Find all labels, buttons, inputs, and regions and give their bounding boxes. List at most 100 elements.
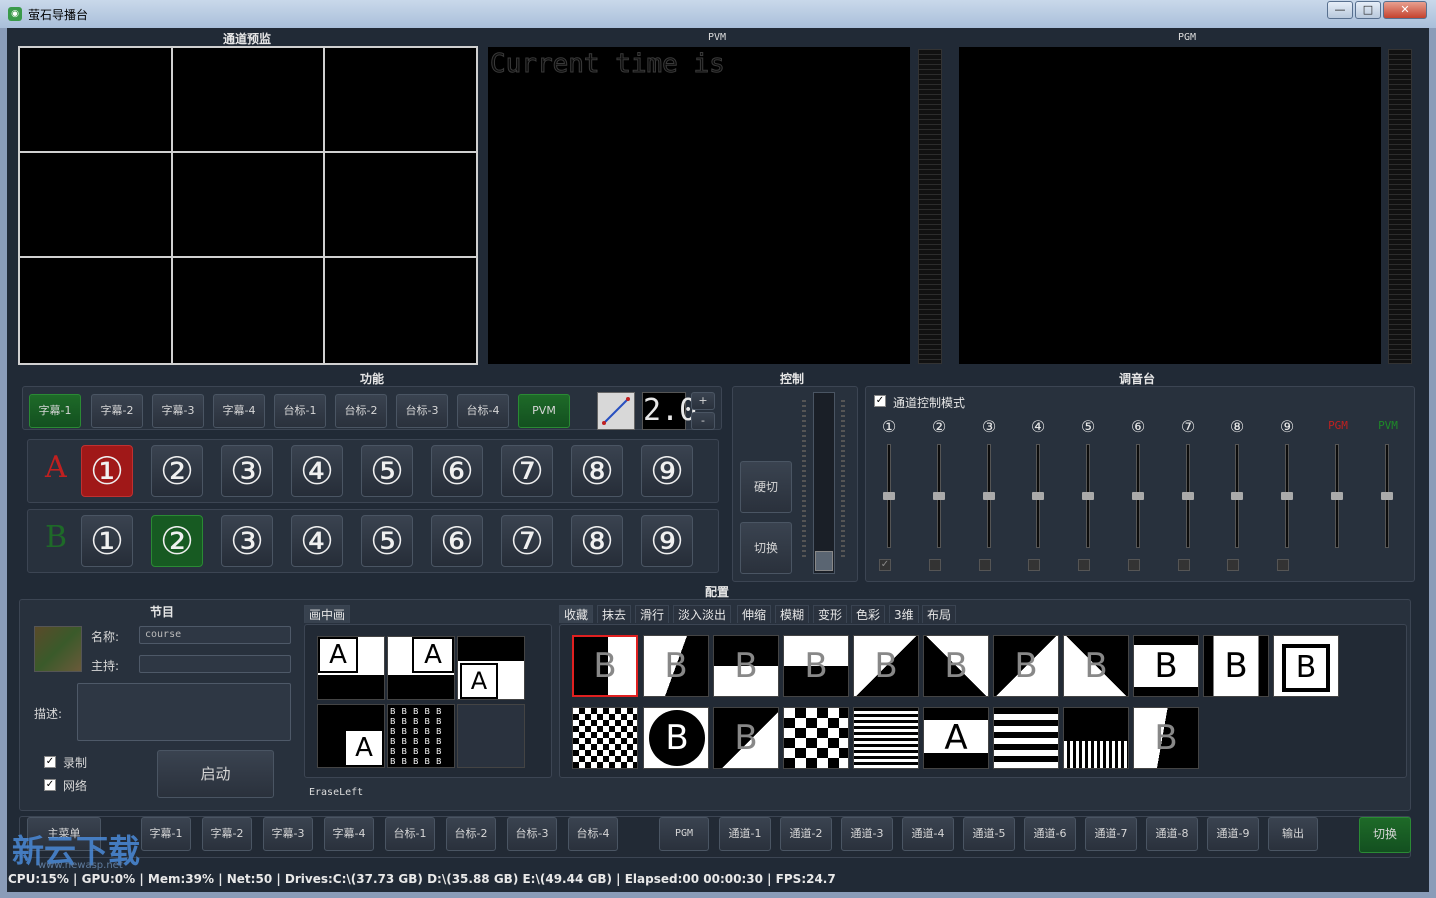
close-button[interactable]: ✕ [1383,1,1427,19]
mixer-fader-8[interactable] [1231,444,1243,548]
program-host-field[interactable] [139,655,291,673]
row-b-channel-6[interactable]: ⑥ [431,515,483,567]
row-a-channel-4[interactable]: ④ [291,445,343,497]
bottom-logo-1-button[interactable]: 台标-1 [385,817,435,851]
row-a-channel-6[interactable]: ⑥ [431,445,483,497]
bottom-logo-2-button[interactable]: 台标-2 [446,817,496,851]
transition-11[interactable]: B [1273,635,1339,697]
tab-3d[interactable]: 3维 [889,605,919,623]
transition-19[interactable] [1063,707,1129,769]
transition-20[interactable]: B [1133,707,1199,769]
mixer-mute-4-checkbox[interactable] [1028,559,1040,571]
t-bar-slider[interactable] [813,392,835,574]
bottom-channel-4-button[interactable]: 通道-4 [902,817,954,851]
func-subtitle-2-button[interactable]: 字幕-2 [91,394,143,428]
row-a-channel-7[interactable]: ⑦ [501,445,553,497]
bottom-switch-button[interactable]: 切换 [1359,817,1411,853]
row-a-channel-9[interactable]: ⑨ [641,445,693,497]
mixer-fader-6[interactable] [1132,444,1144,548]
mixer-mute-3-checkbox[interactable] [979,559,991,571]
pip-layout-4[interactable]: A [317,704,385,768]
row-b-channel-2[interactable]: ② [151,515,203,567]
tab-favorites[interactable]: 收藏 [559,605,594,623]
mixer-fader-4[interactable] [1032,444,1044,548]
t-bar-handle[interactable] [815,551,833,571]
transition-16[interactable] [853,707,919,769]
program-name-field[interactable]: course [139,626,291,644]
pip-layout-2[interactable]: A [387,636,455,700]
transition-13[interactable]: B [643,707,709,769]
tab-wipe[interactable]: 抹去 [597,605,632,623]
mixer-fader-9[interactable] [1281,444,1293,548]
pip-layout-6[interactable] [457,704,525,768]
row-b-channel-3[interactable]: ③ [221,515,273,567]
func-subtitle-1-button[interactable]: 字幕-1 [29,394,81,428]
row-b-channel-8[interactable]: ⑧ [571,515,623,567]
transition-12[interactable] [572,707,638,769]
pip-layout-5[interactable]: BBBBBBBBBBBBBBBBBBBBBBBBBBBBBBBBBBBB [387,704,455,768]
transition-14[interactable]: B [713,707,779,769]
bottom-channel-8-button[interactable]: 通道-8 [1146,817,1198,851]
bottom-logo-3-button[interactable]: 台标-3 [507,817,557,851]
func-logo-3-button[interactable]: 台标-3 [396,394,448,428]
channel-preview-grid[interactable] [19,47,477,364]
bottom-channel-7-button[interactable]: 通道-7 [1085,817,1137,851]
bottom-channel-9-button[interactable]: 通道-9 [1207,817,1259,851]
func-logo-1-button[interactable]: 台标-1 [274,394,326,428]
pip-layout-3[interactable]: A [457,636,525,700]
duration-plus-button[interactable]: + [691,392,715,410]
transition-3[interactable]: B [713,635,779,697]
hard-cut-button[interactable]: 硬切 [740,461,792,513]
bottom-channel-6-button[interactable]: 通道-6 [1024,817,1076,851]
transition-9[interactable]: B [1133,635,1199,697]
tab-fade[interactable]: 淡入淡出 [673,605,732,623]
bottom-channel-2-button[interactable]: 通道-2 [780,817,832,851]
bottom-subtitle-2-button[interactable]: 字幕-2 [202,817,252,851]
func-logo-2-button[interactable]: 台标-2 [335,394,387,428]
bottom-logo-4-button[interactable]: 台标-4 [568,817,618,851]
tab-layout[interactable]: 布局 [922,605,957,623]
record-checkbox[interactable]: ✓ [44,756,56,768]
transition-2[interactable]: B [643,635,709,697]
transition-18[interactable] [993,707,1059,769]
output-button[interactable]: 输出 [1268,817,1318,851]
bottom-channel-1-button[interactable]: 通道-1 [719,817,771,851]
network-checkbox[interactable]: ✓ [44,779,56,791]
channel-control-mode-checkbox[interactable]: ✓ [874,395,886,407]
program-desc-field[interactable] [77,683,291,741]
bottom-subtitle-1-button[interactable]: 字幕-1 [141,817,191,851]
tab-morph[interactable]: 变形 [813,605,848,623]
tab-stretch[interactable]: 伸缩 [737,605,772,623]
row-b-channel-9[interactable]: ⑨ [641,515,693,567]
mixer-mute-1-checkbox[interactable]: ✓ [879,559,891,571]
transition-4[interactable]: B [783,635,849,697]
func-subtitle-3-button[interactable]: 字幕-3 [152,394,204,428]
transition-10[interactable]: B [1203,635,1269,697]
row-b-channel-7[interactable]: ⑦ [501,515,553,567]
func-pvm-button[interactable]: PVM [518,394,570,428]
tab-slide[interactable]: 滑行 [635,605,670,623]
switch-button[interactable]: 切换 [740,522,792,574]
transition-7[interactable]: B [993,635,1059,697]
bottom-subtitle-3-button[interactable]: 字幕-3 [263,817,313,851]
bottom-pgm-button[interactable]: PGM [659,817,709,851]
pgm-monitor[interactable] [959,47,1381,364]
start-button[interactable]: 启动 [157,750,274,798]
mixer-mute-7-checkbox[interactable] [1178,559,1190,571]
tab-pip[interactable]: 画中画 [304,605,351,623]
transition-5[interactable]: B [853,635,919,697]
mixer-fader-pgm[interactable] [1331,444,1343,548]
transition-6[interactable]: B [923,635,989,697]
mixer-fader-3[interactable] [983,444,995,548]
mixer-fader-5[interactable] [1082,444,1094,548]
mixer-mute-6-checkbox[interactable] [1128,559,1140,571]
mixer-fader-1[interactable] [883,444,895,548]
row-a-channel-3[interactable]: ③ [221,445,273,497]
row-b-channel-1[interactable]: ① [81,515,133,567]
row-b-channel-4[interactable]: ④ [291,515,343,567]
mixer-mute-9-checkbox[interactable] [1277,559,1289,571]
row-a-channel-1[interactable]: ① [81,445,133,497]
minimize-button[interactable]: — [1327,1,1353,19]
maximize-button[interactable]: □ [1355,1,1381,19]
row-a-channel-2[interactable]: ② [151,445,203,497]
